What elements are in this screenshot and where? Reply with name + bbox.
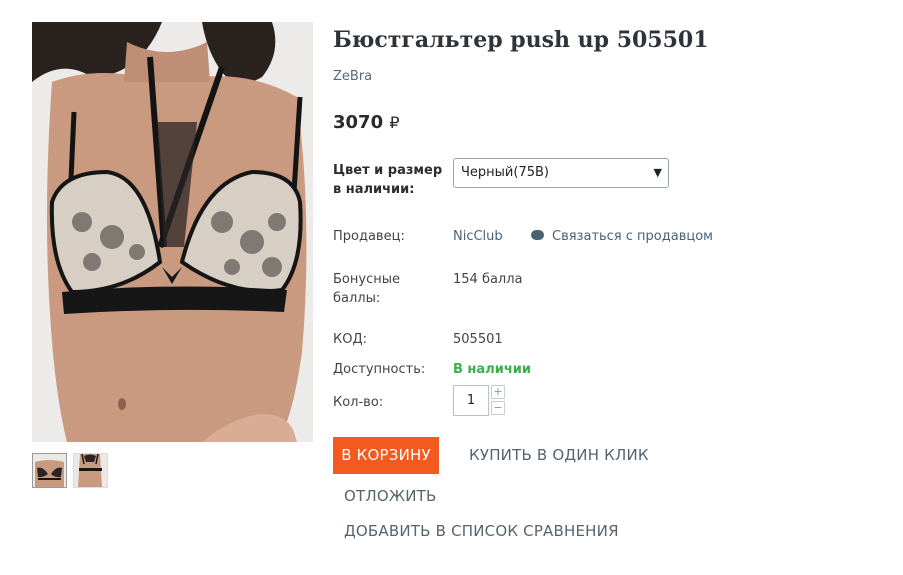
product-price: 3070 ₽ <box>333 111 873 135</box>
availability-row: Доступность: В наличии <box>333 360 873 380</box>
seller-name[interactable]: NicClub <box>453 227 503 246</box>
contact-seller-label: Связаться с продавцом <box>552 229 713 244</box>
add-to-cart-button[interactable]: В КОРЗИНУ <box>333 437 439 474</box>
product-main-image[interactable] <box>32 22 313 442</box>
quantity-decrement-button[interactable]: − <box>491 401 505 415</box>
product-brand[interactable]: ZeBra <box>333 68 873 86</box>
bonus-row: Бонусные баллы: 154 балла <box>333 270 873 310</box>
variant-selected-value: Черный(75B) <box>461 165 549 180</box>
quantity-increment-button[interactable]: + <box>491 385 505 399</box>
variant-select[interactable]: Черный(75B) ▼ <box>453 158 669 188</box>
seller-row: Продавец: NicClub Связаться с продавцом <box>333 227 873 247</box>
quantity-row: Кол-во: 1 + − <box>333 385 873 423</box>
add-to-compare-button[interactable]: ДОБАВИТЬ В СПИСОК СРАВНЕНИЯ <box>344 522 619 540</box>
product-gallery <box>32 22 313 488</box>
product-info: Бюстгальтер push up 505501 ZeBra 3070 ₽ … <box>333 26 873 540</box>
code-value: 505501 <box>453 332 503 347</box>
code-label: КОД: <box>333 332 367 347</box>
variant-label: Цвет и размер в наличии: <box>333 163 443 197</box>
availability-label: Доступность: <box>333 362 426 377</box>
availability-status: В наличии <box>453 362 531 377</box>
thumbnail-front[interactable] <box>32 453 67 488</box>
bonus-label: Бонусные баллы: <box>333 272 400 306</box>
product-title: Бюстгальтер push up 505501 <box>333 27 709 53</box>
postpone-button[interactable]: ОТЛОЖИТЬ <box>344 487 437 505</box>
buy-one-click-button[interactable]: КУПИТЬ В ОДИН КЛИК <box>469 446 649 464</box>
chevron-down-icon: ▼ <box>653 166 662 179</box>
currency-symbol: ₽ <box>389 113 400 132</box>
code-row: КОД: 505501 <box>333 330 873 350</box>
contact-seller-link[interactable]: Связаться с продавцом <box>531 227 713 246</box>
bonus-value: 154 балла <box>453 272 523 287</box>
seller-label: Продавец: <box>333 229 405 244</box>
price-value: 3070 <box>333 112 384 133</box>
quantity-input[interactable]: 1 <box>453 385 489 416</box>
variant-row: Цвет и размер в наличии: Черный(75B) ▼ <box>333 158 873 201</box>
chat-bubble-icon <box>531 230 544 240</box>
thumbnail-strip <box>32 453 313 488</box>
quantity-label: Кол-во: <box>333 395 384 410</box>
thumbnail-back[interactable] <box>73 453 108 488</box>
